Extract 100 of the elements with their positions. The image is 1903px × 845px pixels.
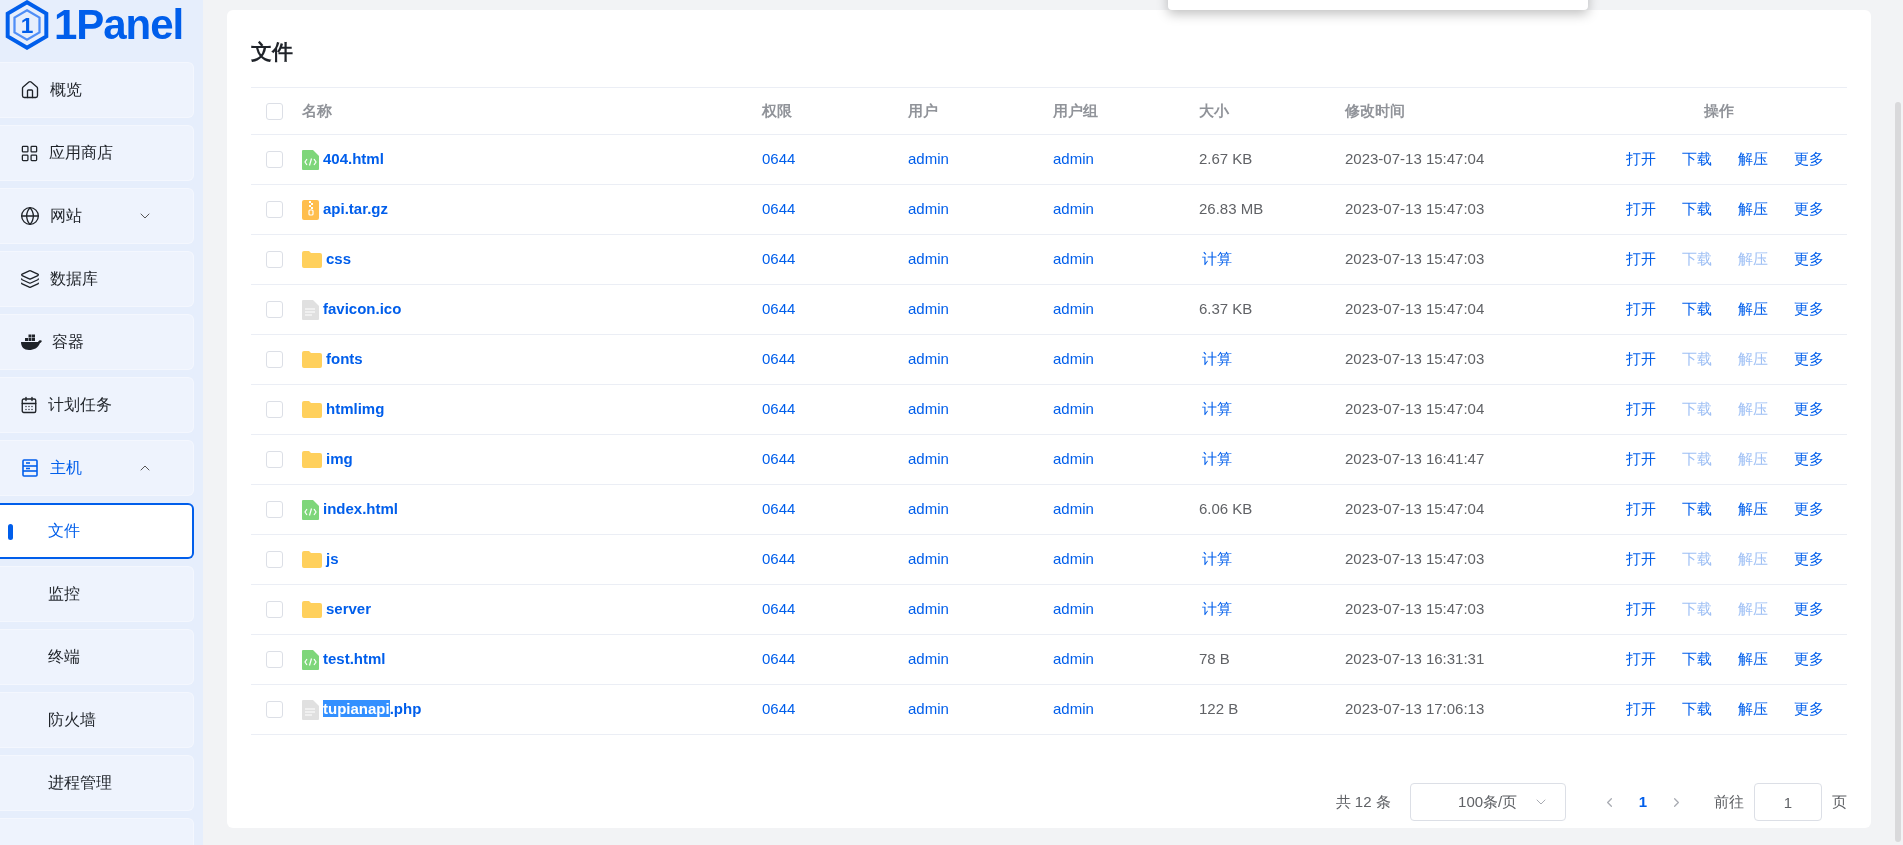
action-link[interactable]: 打开 (1626, 298, 1656, 321)
action-link[interactable]: 更多 (1794, 498, 1824, 521)
file-name-link[interactable]: favicon.ico (323, 298, 402, 321)
permission-link[interactable]: 0644 (762, 698, 796, 721)
permission-link[interactable]: 0644 (762, 448, 796, 471)
group-link[interactable]: admin (1053, 198, 1094, 221)
permission-link[interactable]: 0644 (762, 598, 796, 621)
permission-link[interactable]: 0644 (762, 348, 796, 371)
user-link[interactable]: admin (908, 348, 949, 371)
row-checkbox[interactable] (266, 151, 283, 168)
sidebar-subitem[interactable]: 终端 (0, 629, 194, 685)
action-link[interactable]: 解压 (1738, 698, 1768, 721)
action-link[interactable]: 更多 (1794, 598, 1824, 621)
sidebar-subitem[interactable]: 进程管理 (0, 755, 194, 811)
sidebar-item[interactable]: 网站 (0, 188, 194, 244)
group-link[interactable]: admin (1053, 398, 1094, 421)
page-number[interactable]: 1 (1638, 790, 1647, 814)
file-name-link[interactable]: js (326, 548, 339, 571)
row-checkbox[interactable] (266, 701, 283, 718)
action-link[interactable]: 解压 (1738, 648, 1768, 671)
group-link[interactable]: admin (1053, 598, 1094, 621)
sidebar-subitem[interactable]: 防火墙 (0, 692, 194, 748)
action-link[interactable]: 打开 (1626, 498, 1656, 521)
action-link[interactable]: 更多 (1794, 248, 1824, 271)
calculate-size-link[interactable]: 计算 (1202, 398, 1232, 421)
action-link[interactable]: 下载 (1682, 498, 1712, 521)
calculate-size-link[interactable]: 计算 (1202, 598, 1232, 621)
sidebar-item[interactable]: 计划任务 (0, 377, 194, 433)
action-link[interactable]: 更多 (1794, 148, 1824, 171)
action-link[interactable]: 打开 (1626, 248, 1656, 271)
file-name-link[interactable]: htmlimg (326, 398, 385, 421)
user-link[interactable]: admin (908, 298, 949, 321)
file-name-link[interactable]: fonts (326, 348, 363, 371)
page-size-select[interactable]: 100条/页 (1409, 783, 1566, 821)
action-link[interactable]: 打开 (1626, 398, 1656, 421)
action-link[interactable]: 更多 (1794, 348, 1824, 371)
calculate-size-link[interactable]: 计算 (1202, 248, 1232, 271)
row-checkbox[interactable] (266, 451, 283, 468)
action-link[interactable]: 解压 (1738, 298, 1768, 321)
action-link[interactable]: 下载 (1682, 198, 1712, 221)
user-link[interactable]: admin (908, 198, 949, 221)
calculate-size-link[interactable]: 计算 (1202, 348, 1232, 371)
permission-link[interactable]: 0644 (762, 548, 796, 571)
action-link[interactable]: 更多 (1794, 698, 1824, 721)
sidebar-subitem[interactable]: 监控 (0, 566, 194, 622)
row-checkbox[interactable] (266, 351, 283, 368)
calculate-size-link[interactable]: 计算 (1202, 448, 1232, 471)
row-checkbox[interactable] (266, 201, 283, 218)
action-link[interactable]: 打开 (1626, 148, 1656, 171)
permission-link[interactable]: 0644 (762, 648, 796, 671)
action-link[interactable]: 下载 (1682, 698, 1712, 721)
sidebar-item[interactable]: 应用商店 (0, 125, 194, 181)
goto-page-field[interactable]: 1 (1754, 783, 1822, 821)
file-name-link[interactable]: server (326, 598, 372, 621)
user-link[interactable]: admin (908, 248, 949, 271)
action-link[interactable]: 更多 (1794, 548, 1824, 571)
action-link[interactable]: 更多 (1794, 448, 1824, 471)
file-name-link[interactable]: css (326, 248, 352, 271)
user-link[interactable]: admin (908, 498, 949, 521)
file-name-link[interactable]: test.html (323, 648, 386, 671)
action-link[interactable]: 解压 (1738, 198, 1768, 221)
action-link[interactable]: 打开 (1626, 548, 1656, 571)
permission-link[interactable]: 0644 (762, 248, 796, 271)
group-link[interactable]: admin (1053, 248, 1094, 271)
row-checkbox[interactable] (266, 301, 283, 318)
group-link[interactable]: admin (1053, 448, 1094, 471)
action-link[interactable]: 更多 (1794, 398, 1824, 421)
group-link[interactable]: admin (1053, 298, 1094, 321)
row-checkbox[interactable] (266, 501, 283, 518)
action-link[interactable]: 打开 (1626, 198, 1656, 221)
group-link[interactable]: admin (1053, 148, 1094, 171)
group-link[interactable]: admin (1053, 348, 1094, 371)
select-all-checkbox[interactable] (266, 102, 283, 120)
action-link[interactable]: 打开 (1626, 598, 1656, 621)
action-link[interactable]: 更多 (1794, 198, 1824, 221)
user-link[interactable]: admin (908, 648, 949, 671)
user-link[interactable]: admin (908, 398, 949, 421)
user-link[interactable]: admin (908, 148, 949, 171)
sidebar-item[interactable]: 主机 (0, 440, 194, 496)
permission-link[interactable]: 0644 (762, 398, 796, 421)
sidebar-item[interactable]: 容器 (0, 314, 194, 370)
row-checkbox[interactable] (266, 551, 283, 568)
action-link[interactable]: 解压 (1738, 148, 1768, 171)
user-link[interactable]: admin (908, 598, 949, 621)
action-link[interactable]: 打开 (1626, 648, 1656, 671)
file-name-link[interactable]: api.tar.gz (323, 198, 389, 221)
action-link[interactable]: 更多 (1794, 648, 1824, 671)
file-name-link[interactable]: 404.html (323, 148, 384, 171)
calculate-size-link[interactable]: 计算 (1202, 548, 1232, 571)
group-link[interactable]: admin (1053, 698, 1094, 721)
permission-link[interactable]: 0644 (762, 298, 796, 321)
row-checkbox[interactable] (266, 651, 283, 668)
file-name-link[interactable]: index.html (323, 498, 398, 521)
action-link[interactable]: 打开 (1626, 448, 1656, 471)
action-link[interactable]: 打开 (1626, 698, 1656, 721)
row-checkbox[interactable] (266, 251, 283, 268)
user-link[interactable]: admin (908, 548, 949, 571)
permission-link[interactable]: 0644 (762, 148, 796, 171)
action-link[interactable]: 打开 (1626, 348, 1656, 371)
permission-link[interactable]: 0644 (762, 198, 796, 221)
